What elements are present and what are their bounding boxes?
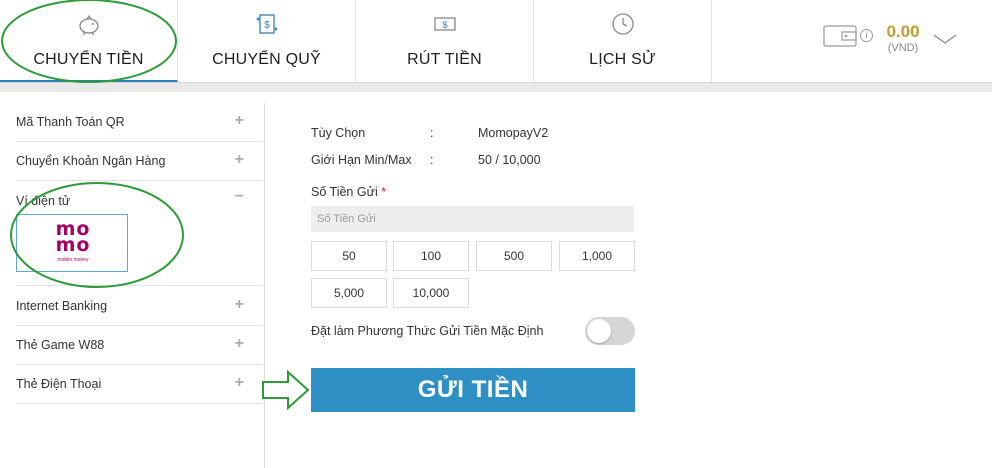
svg-text:$: $	[442, 20, 447, 30]
quick-amount-button[interactable]: 500	[476, 241, 552, 271]
balance-display: 0.00 (VND)	[878, 22, 928, 54]
top-navigation: CHUYỂN TIỀN $ CHUYỂN QUỸ $ RÚT TIỀN LỊCH…	[0, 0, 992, 82]
momo-logo-line2: mo	[55, 234, 91, 256]
momo-option[interactable]: mo mo mobile money	[16, 214, 128, 272]
sidebar-item-bank-transfer[interactable]: Chuyển Khoản Ngân Hàng +	[16, 142, 262, 181]
amount-label-text: Số Tiền Gửi	[311, 185, 378, 199]
sidebar-item-internet-banking[interactable]: Internet Banking +	[16, 287, 262, 326]
tab-label: RÚT TIỀN	[407, 51, 482, 68]
sidebar-item-label: Ví điện tử	[16, 194, 71, 208]
sidebar-item-label: Internet Banking	[16, 299, 108, 313]
sidebar-item-game-card[interactable]: Thẻ Game W88 +	[16, 326, 262, 365]
sidebar-item-label: Thẻ Điện Thoại	[16, 377, 102, 391]
limit-separator: :	[430, 153, 434, 167]
balance-currency: (VND)	[887, 42, 919, 54]
tab-chuyen-tien[interactable]: CHUYỂN TIỀN	[0, 0, 178, 82]
amount-input[interactable]	[311, 206, 634, 232]
option-separator: :	[430, 126, 434, 140]
toggle-knob	[587, 319, 611, 343]
svg-text:$: $	[264, 20, 270, 31]
tab-label: CHUYỂN QUỸ	[212, 51, 321, 68]
collapse-minus-icon[interactable]: −	[235, 188, 244, 206]
expand-plus-icon[interactable]: +	[235, 335, 244, 353]
option-label: Tùy Chọn	[311, 126, 366, 140]
amount-label: Số Tiền Gửi *	[311, 185, 386, 199]
wallet-icon	[823, 25, 857, 47]
tab-lich-su[interactable]: LỊCH SỬ	[534, 0, 712, 82]
sidebar-item-label: Mã Thanh Toán QR	[16, 115, 125, 129]
history-icon	[611, 13, 634, 35]
sidebar-item-label: Chuyển Khoản Ngân Hàng	[16, 154, 166, 168]
limit-label: Giới Hạn Min/Max	[311, 153, 412, 167]
chevron-down-icon[interactable]	[932, 32, 958, 46]
tab-chuyen-quy[interactable]: $ CHUYỂN QUỸ	[178, 0, 356, 82]
default-method-toggle[interactable]	[585, 317, 635, 345]
submit-deposit-button[interactable]: GỬI TIỀN	[311, 368, 635, 412]
quick-amount-button[interactable]: 10,000	[393, 278, 469, 308]
limit-value: 50 / 10,000	[478, 153, 541, 167]
momo-tagline: mobile money	[57, 257, 89, 263]
info-icon[interactable]: i	[860, 29, 873, 42]
transfer-icon: $	[255, 14, 278, 34]
sidebar-item-label: Thẻ Game W88	[16, 338, 105, 352]
tab-rut-tien[interactable]: $ RÚT TIỀN	[356, 0, 534, 82]
withdraw-icon: $	[433, 17, 456, 31]
option-value: MomopayV2	[478, 126, 549, 140]
sidebar-item-phone-card[interactable]: Thẻ Điện Thoại +	[16, 365, 262, 404]
quick-amount-button[interactable]: 5,000	[311, 278, 387, 308]
tab-label: LỊCH SỬ	[589, 51, 656, 68]
default-method-label: Đặt làm Phương Thức Gửi Tiền Mặc Định	[311, 324, 544, 338]
quick-amount-button[interactable]: 100	[393, 241, 469, 271]
expand-plus-icon[interactable]: +	[235, 296, 244, 314]
annotation-arrow-icon	[262, 369, 310, 411]
balance-amount: 0.00	[886, 22, 920, 41]
piggy-bank-icon	[78, 14, 99, 35]
expand-plus-icon[interactable]: +	[235, 374, 244, 392]
required-marker: *	[381, 185, 387, 199]
expand-plus-icon[interactable]: +	[235, 112, 244, 130]
e-wallet-divider	[16, 278, 262, 286]
tab-label: CHUYỂN TIỀN	[33, 51, 144, 68]
sidebar-item-qr[interactable]: Mã Thanh Toán QR +	[16, 103, 262, 142]
nav-divider	[0, 82, 992, 92]
quick-amount-button[interactable]: 50	[311, 241, 387, 271]
quick-amount-button[interactable]: 1,000	[559, 241, 635, 271]
expand-plus-icon[interactable]: +	[235, 151, 244, 169]
momo-logo: mo mo	[53, 220, 93, 256]
